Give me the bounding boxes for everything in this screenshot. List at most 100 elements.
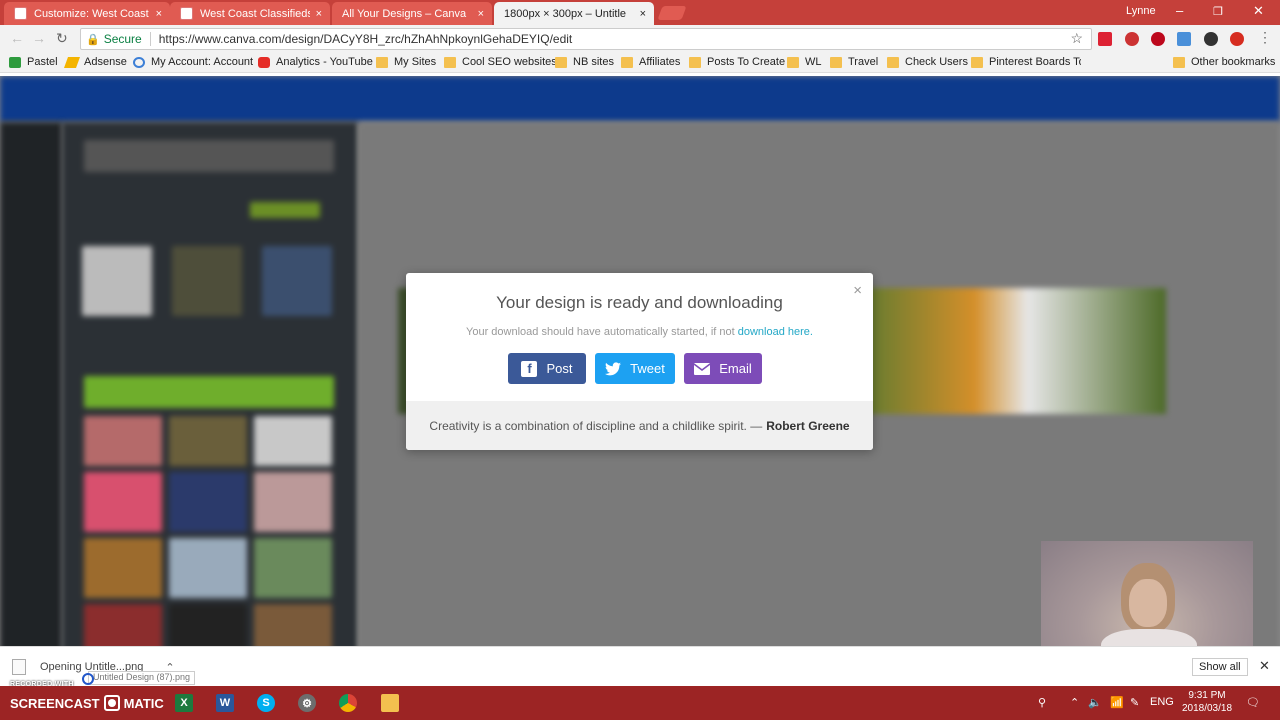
restore-icon[interactable]: ❐ [1213, 5, 1223, 18]
post-label: Post [546, 361, 573, 376]
tab-all-your-designs[interactable]: C All Your Designs – Canva × [332, 2, 492, 91]
bookmark-my-account[interactable]: My Account: Account [133, 56, 253, 68]
profile-name[interactable]: Lynne [1126, 5, 1156, 17]
bookmark-star-icon[interactable]: ☆ [1070, 30, 1083, 47]
bookmark-label: Pastel [27, 56, 58, 68]
bookmark-my-sites[interactable]: My Sites [376, 56, 436, 68]
bookmark-adsense[interactable]: Adsense [63, 56, 127, 68]
edit-icon[interactable]: ✎ [1130, 696, 1139, 709]
pastel-icon [9, 56, 21, 68]
folder-icon [376, 56, 388, 68]
bookmark-label: Analytics - YouTube [276, 56, 373, 68]
record-icon [103, 695, 120, 711]
youtube-icon [258, 56, 270, 68]
quote-text: Creativity is a combination of disciplin… [429, 418, 763, 433]
download-ready-dialog: × Your design is ready and downloading Y… [406, 273, 873, 450]
notifications-icon[interactable]: 🗨 [1246, 696, 1260, 709]
bookmark-pinterest-boards[interactable]: Pinterest Boards To A [971, 56, 1081, 68]
bookmark-affiliates[interactable]: Affiliates [621, 56, 680, 68]
back-icon[interactable]: ← [10, 30, 24, 46]
tab-customize[interactable]: Customize: West Coast C × [4, 2, 170, 25]
extension-icon[interactable] [1204, 32, 1218, 46]
template-thumb [84, 472, 162, 532]
folder-icon [887, 56, 899, 68]
folder-icon [621, 56, 633, 68]
twitter-icon [605, 361, 622, 377]
toolbar: ← → ↻ 🔒 Secure https://www.canva.com/des… [0, 25, 1280, 53]
people-icon[interactable]: ⚲ [1038, 696, 1046, 709]
menu-icon[interactable]: ⋮ [1258, 29, 1272, 46]
envelope-icon [694, 361, 711, 377]
bookmark-analytics-youtube[interactable]: Analytics - YouTube [258, 56, 373, 68]
document-icon [14, 7, 27, 20]
language-indicator[interactable]: ENG [1150, 696, 1174, 708]
brand-left: SCREENCAST [10, 695, 100, 711]
template-thumb [84, 538, 162, 598]
title-bar: Customize: West Coast C × West Coast Cla… [0, 0, 1280, 91]
bookmark-travel[interactable]: Travel [830, 56, 878, 68]
bookmark-pastel[interactable]: Pastel [9, 56, 58, 68]
bookmark-posts-to-create[interactable]: Posts To Create [689, 56, 785, 68]
download-here-link[interactable]: download here. [738, 326, 813, 338]
bookmark-wl[interactable]: WL [787, 56, 822, 68]
bookmark-check-users[interactable]: Check Users [887, 56, 968, 68]
word-icon[interactable]: W [216, 694, 234, 712]
bookmark-label: Cool SEO websites [462, 56, 557, 68]
tab-west-coast-classifieds[interactable]: West Coast Classifieds × [170, 2, 330, 25]
extension-icon[interactable] [1125, 32, 1139, 46]
quote-author: Robert Greene [766, 418, 850, 433]
new-tab-button[interactable] [657, 6, 687, 20]
person-face [1129, 579, 1167, 627]
pinterest-icon[interactable] [1151, 32, 1165, 46]
close-tab-icon[interactable]: × [156, 8, 162, 20]
tab-untitled-design[interactable]: C 1800px × 300px – Untitle × [494, 2, 654, 91]
template-thumb [82, 246, 152, 316]
account-icon [133, 56, 145, 68]
template-thumb [169, 472, 247, 532]
extension-icon[interactable] [1098, 32, 1112, 46]
folder-icon [444, 56, 456, 68]
app-icon[interactable]: ⚙ [298, 694, 316, 712]
reload-icon[interactable]: ↻ [56, 30, 68, 47]
chevron-up-icon[interactable]: ⌃ [1070, 696, 1079, 709]
folder-icon [555, 56, 567, 68]
close-shelf-icon[interactable]: ✕ [1259, 658, 1270, 674]
wifi-icon[interactable]: 📶 [1110, 696, 1124, 709]
bookmark-cool-seo[interactable]: Cool SEO websites [444, 56, 557, 68]
template-thumb [169, 604, 247, 646]
window-close-icon[interactable]: ✕ [1253, 3, 1264, 19]
clock-time: 9:31 PM [1188, 690, 1226, 701]
subtitle-text: Your download should have automatically … [466, 326, 735, 338]
address-bar[interactable]: 🔒 Secure https://www.canva.com/design/DA… [80, 28, 1092, 50]
other-bookmarks[interactable]: Other bookmarks [1173, 56, 1275, 68]
tab-title: Customize: West Coast C [34, 7, 150, 20]
taskbar: SCREENCAST MATIC X W S ⚙ ⚲ ⌃ 🔈 📶 ✎ ENG 9… [0, 686, 1280, 720]
facebook-post-button[interactable]: f Post [508, 353, 586, 384]
show-all-button[interactable]: Show all [1192, 658, 1248, 676]
twitter-tweet-button[interactable]: Tweet [595, 353, 675, 384]
canva-sidebar [0, 122, 62, 646]
close-tab-icon[interactable]: × [640, 8, 646, 20]
bookmark-label: Affiliates [639, 56, 681, 68]
folder-icon [971, 56, 983, 68]
extension-icon[interactable] [1177, 32, 1191, 46]
file-explorer-icon[interactable] [381, 694, 399, 712]
close-tab-icon[interactable]: × [478, 8, 484, 20]
url-text[interactable]: https://www.canva.com/design/DACyY8H_zrc… [159, 32, 573, 46]
excel-icon[interactable]: X [175, 694, 193, 712]
close-tab-icon[interactable]: × [316, 8, 322, 20]
email-share-button[interactable]: Email [684, 353, 762, 384]
secure-label: Secure [103, 32, 142, 46]
forward-icon[interactable]: → [32, 30, 46, 46]
facebook-icon: f [521, 360, 538, 377]
extension-icon[interactable] [1230, 32, 1244, 46]
skype-icon[interactable]: S [257, 694, 275, 712]
bookmark-nb-sites[interactable]: NB sites [555, 56, 614, 68]
volume-icon[interactable]: 🔈 [1088, 696, 1102, 709]
template-thumb [254, 538, 332, 598]
minimize-icon[interactable]: – [1176, 3, 1183, 18]
template-thumb [262, 246, 332, 316]
panel-button [250, 202, 320, 218]
clock[interactable]: 9:31 PM 2018/03/18 [1180, 689, 1234, 715]
chrome-icon[interactable] [339, 694, 357, 712]
